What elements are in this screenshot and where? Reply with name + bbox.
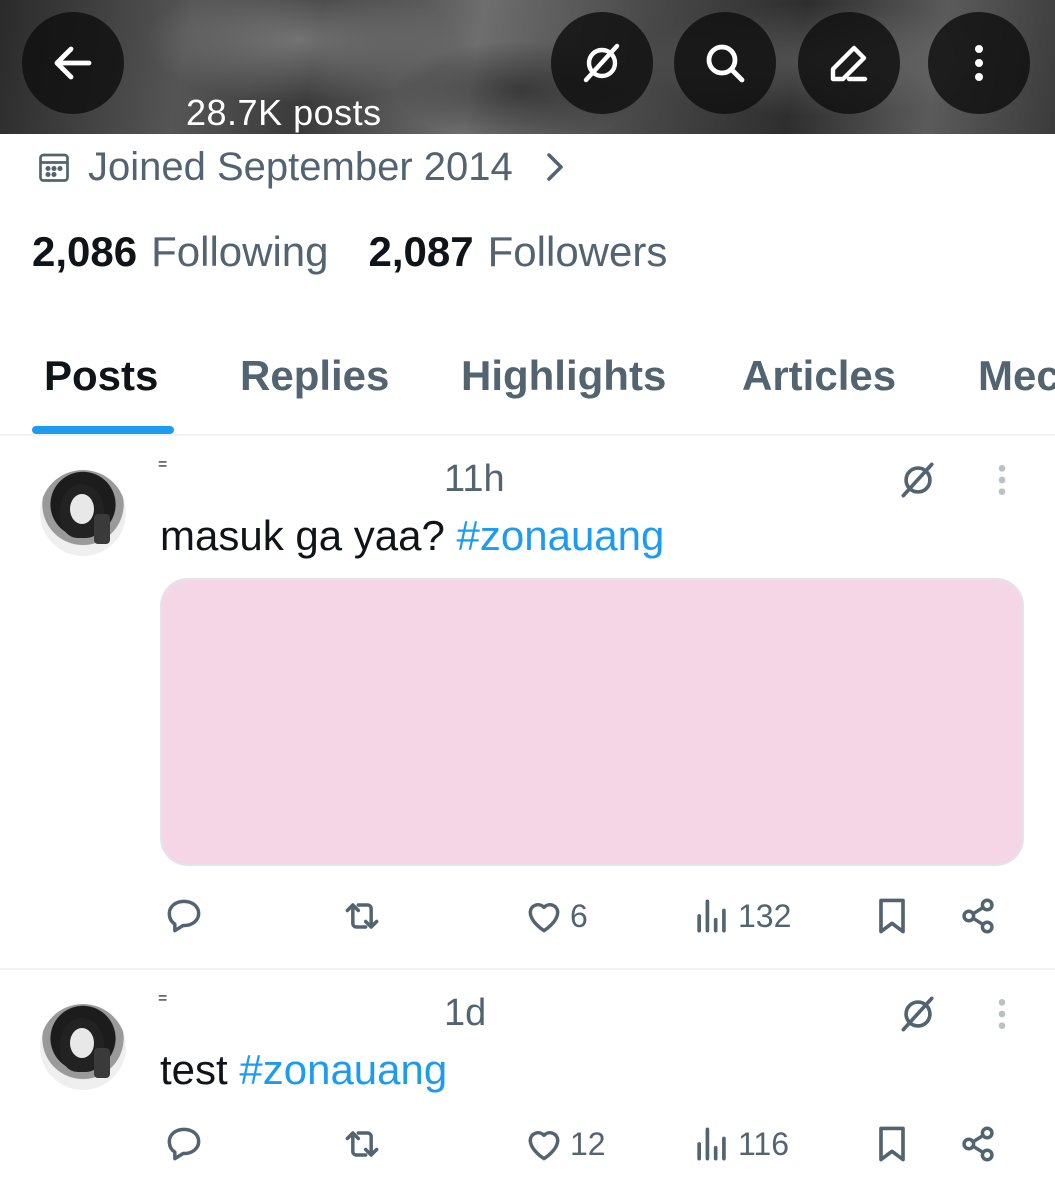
post-text: masuk ga yaa? #zonauang — [160, 512, 664, 560]
share-button[interactable] — [956, 894, 1000, 938]
more-vertical-icon — [975, 45, 983, 81]
reply-icon — [167, 1127, 201, 1161]
joined-date-text: Joined September 2014 — [88, 144, 513, 189]
bookmark-button[interactable] — [870, 1122, 914, 1166]
post-item[interactable]: = 1d test #zonauang 12 116 — [0, 970, 1055, 1198]
back-button[interactable] — [22, 12, 124, 114]
bookmark-icon — [879, 898, 905, 934]
profile-tabs: Posts Replies Highlights Articles Mec — [0, 346, 1055, 436]
reply-button[interactable] — [162, 1122, 206, 1166]
author-name[interactable]: = — [158, 990, 167, 1008]
avatar[interactable] — [40, 470, 126, 556]
repost-button[interactable] — [340, 894, 384, 938]
views-count: 116 — [738, 1125, 790, 1162]
share-icon — [962, 898, 994, 934]
edit-button[interactable] — [798, 12, 900, 114]
hashtag-link[interactable]: #zonauang — [239, 1046, 447, 1093]
tab-media[interactable]: Mec — [978, 352, 1055, 400]
like-button[interactable]: 12 — [522, 1122, 606, 1166]
share-button[interactable] — [956, 1122, 1000, 1166]
more-vertical-icon[interactable] — [990, 994, 1014, 1034]
tab-replies[interactable]: Replies — [240, 352, 389, 400]
avatar[interactable] — [40, 1004, 126, 1090]
repost-icon — [345, 1131, 379, 1157]
like-button[interactable]: 6 — [522, 894, 588, 938]
following-count[interactable]: 2,086 — [32, 228, 137, 276]
edit-icon — [830, 45, 868, 82]
follow-stats: 2,086 Following 2,087 Followers — [32, 228, 667, 276]
author-name[interactable]: = — [158, 456, 167, 474]
grok-icon[interactable] — [896, 992, 940, 1036]
tab-posts[interactable]: Posts — [44, 352, 158, 400]
post-time: 1d — [444, 992, 487, 1034]
grok-icon — [583, 43, 620, 83]
views-count: 132 — [738, 897, 792, 934]
more-button[interactable] — [928, 12, 1030, 114]
followers-count[interactable]: 2,087 — [369, 228, 474, 276]
reply-button[interactable] — [162, 894, 206, 938]
profile-header-banner: 28.7K posts — [0, 0, 1055, 134]
chevron-right-icon — [546, 153, 563, 181]
more-vertical-icon[interactable] — [990, 460, 1014, 500]
post-body: masuk ga yaa? — [160, 512, 457, 559]
repost-icon — [345, 903, 379, 929]
posts-count: 28.7K posts — [186, 92, 382, 133]
share-icon — [962, 1126, 994, 1162]
like-count: 12 — [570, 1125, 606, 1162]
search-icon — [706, 44, 745, 83]
grok-button[interactable] — [551, 12, 653, 114]
heart-icon — [528, 1131, 560, 1161]
post-actions: 12 116 — [0, 1122, 1055, 1172]
post-time: 11h — [444, 458, 505, 500]
post-body: test — [160, 1046, 240, 1093]
active-tab-indicator — [32, 426, 174, 434]
bookmark-icon — [879, 1126, 905, 1162]
following-label[interactable]: Following — [151, 228, 328, 276]
views-icon — [697, 899, 726, 933]
post-text: test #zonauang — [160, 1046, 447, 1094]
post-actions: 6 132 — [0, 894, 1055, 944]
views-icon — [697, 1127, 726, 1161]
views-button[interactable]: 116 — [690, 1122, 789, 1166]
followers-label[interactable]: Followers — [488, 228, 668, 276]
reply-icon — [167, 899, 201, 933]
calendar-icon — [39, 153, 69, 182]
heart-icon — [528, 903, 560, 933]
views-button[interactable]: 132 — [690, 894, 791, 938]
like-count: 6 — [570, 897, 588, 934]
joined-date-row[interactable]: Joined September 2014 — [36, 142, 585, 192]
post-item[interactable]: = 11h masuk ga yaa? #zonauang 6 132 — [0, 436, 1055, 968]
grok-icon[interactable] — [896, 458, 940, 502]
post-media[interactable] — [160, 578, 1024, 866]
bookmark-button[interactable] — [870, 894, 914, 938]
hashtag-link[interactable]: #zonauang — [457, 512, 665, 559]
tab-articles[interactable]: Articles — [742, 352, 896, 400]
tab-highlights[interactable]: Highlights — [461, 352, 666, 400]
search-button[interactable] — [674, 12, 776, 114]
arrow-left-icon — [54, 46, 92, 80]
repost-button[interactable] — [340, 1122, 384, 1166]
